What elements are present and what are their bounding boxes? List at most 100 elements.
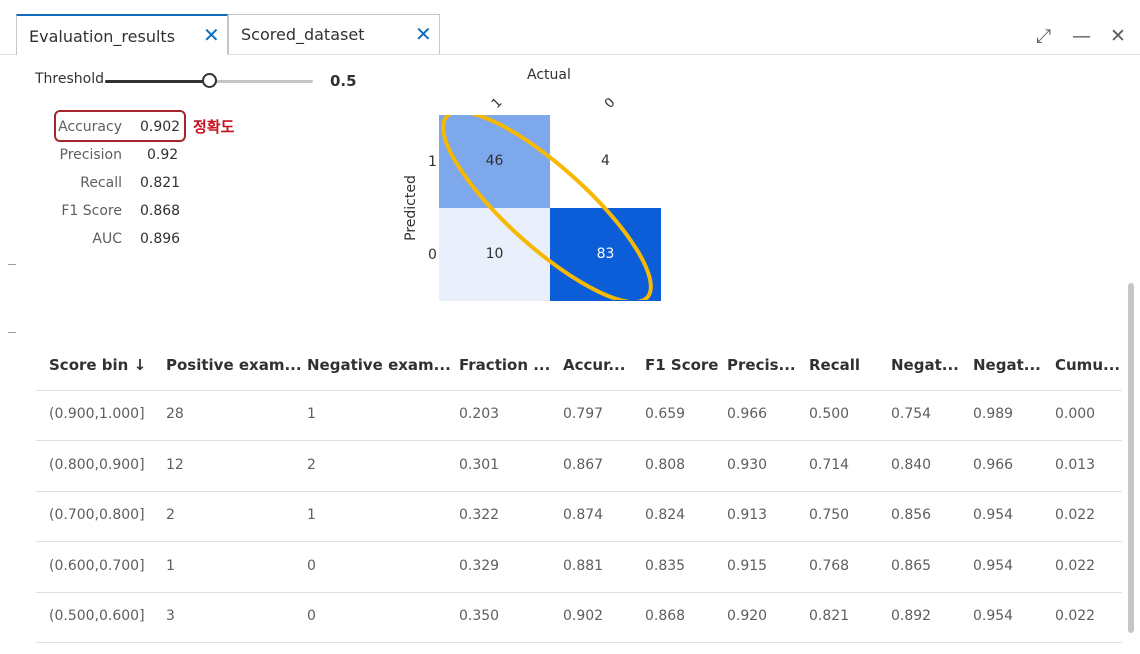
table-cell: 0.750 bbox=[809, 507, 850, 523]
table-row[interactable]: (0.500,0.600] 3 0 0.350 0.902 0.868 0.920 0.821… bbox=[36, 592, 1122, 643]
table-cell: 1 bbox=[307, 406, 316, 422]
table-cell: 0.824 bbox=[645, 507, 686, 523]
table-cell: 0.954 bbox=[973, 507, 1014, 523]
threshold-value: 0.5 bbox=[330, 72, 357, 90]
column-header[interactable]: F1 Score bbox=[645, 356, 718, 374]
column-header[interactable]: Fraction ... bbox=[459, 356, 550, 374]
cm-cell-tn: 83 bbox=[550, 208, 661, 301]
slider-fill bbox=[105, 80, 209, 83]
column-header[interactable]: Cumu... bbox=[1055, 356, 1120, 374]
cm-cell-value: 10 bbox=[485, 246, 504, 262]
table-cell: 0.022 bbox=[1055, 557, 1096, 574]
table-cell: 1 bbox=[166, 557, 175, 574]
table-cell: 0.865 bbox=[891, 557, 932, 574]
cm-title: Actual bbox=[527, 67, 571, 83]
metric-label-precision: Precision bbox=[59, 147, 122, 163]
table-cell: (0.600,0.700] bbox=[49, 557, 145, 574]
column-header[interactable]: Accur... bbox=[563, 356, 625, 374]
table-cell: 0.856 bbox=[891, 507, 932, 523]
table-cell: 0.022 bbox=[1055, 507, 1096, 523]
edge-tick bbox=[8, 264, 16, 265]
table-cell: 0.966 bbox=[973, 456, 1014, 473]
column-header[interactable]: Precis... bbox=[727, 356, 796, 374]
column-header[interactable]: Negat... bbox=[973, 356, 1041, 374]
metric-label-auc: AUC bbox=[92, 231, 122, 247]
table-cell: 0.500 bbox=[809, 406, 850, 422]
column-header[interactable]: Positive exam... bbox=[166, 356, 302, 374]
table-cell: 0.867 bbox=[563, 456, 604, 473]
table-cell: 0.013 bbox=[1055, 456, 1096, 473]
cm-cell-fn: 10 bbox=[439, 208, 550, 301]
tab-label: Scored_dataset bbox=[241, 25, 365, 44]
table-cell: 0.913 bbox=[727, 507, 768, 523]
metric-label-recall: Recall bbox=[80, 175, 122, 191]
table-cell: 0.022 bbox=[1055, 608, 1096, 624]
table-cell: 0.989 bbox=[973, 406, 1014, 422]
table-cell: 0.840 bbox=[891, 456, 932, 473]
close-icon[interactable]: ✕ bbox=[203, 25, 220, 45]
cm-row-label-0: 0 bbox=[428, 247, 437, 263]
metric-label-f1: F1 Score bbox=[61, 203, 122, 219]
expand-icon[interactable]: ⤢ bbox=[1036, 27, 1051, 46]
column-header[interactable]: Score bin ↓ bbox=[49, 356, 146, 374]
cm-cell-value: 83 bbox=[596, 246, 615, 262]
table-cell: 0.329 bbox=[459, 557, 500, 574]
table-cell: 0.000 bbox=[1055, 406, 1096, 422]
cm-cell-tp: 46 bbox=[439, 115, 550, 208]
table-header-row: Score bin ↓ Positive exam... Negative exam… bbox=[36, 340, 1122, 391]
threshold-slider[interactable] bbox=[105, 72, 313, 90]
tab-evaluation-results[interactable]: Evaluation_results ✕ bbox=[16, 14, 228, 55]
table-cell: 0.659 bbox=[645, 406, 686, 422]
table-cell: (0.500,0.600] bbox=[49, 608, 145, 624]
cm-col-label-1: 1 bbox=[488, 95, 506, 112]
cm-cell-value: 4 bbox=[601, 153, 610, 169]
table-row[interactable]: (0.900,1.000] 28 1 0.203 0.797 0.659 0.966 0.50… bbox=[36, 390, 1122, 441]
table-row[interactable]: (0.700,0.800] 2 1 0.322 0.874 0.824 0.913 0.750… bbox=[36, 491, 1122, 542]
slider-thumb[interactable] bbox=[202, 73, 217, 88]
minimize-icon[interactable]: — bbox=[1072, 27, 1091, 46]
table-cell: 0.920 bbox=[727, 608, 768, 624]
column-header[interactable]: Negative exam... bbox=[307, 356, 451, 374]
table-cell: 0.808 bbox=[645, 456, 686, 473]
tab-scored-dataset[interactable]: Scored_dataset ✕ bbox=[228, 14, 440, 54]
table-row[interactable]: (0.800,0.900] 12 2 0.301 0.867 0.808 0.930 0.71… bbox=[36, 441, 1122, 492]
table-cell: 1 bbox=[307, 507, 316, 523]
table-cell: 0.301 bbox=[459, 456, 500, 473]
table-cell: 0 bbox=[307, 608, 316, 624]
metric-value-recall: 0.821 bbox=[140, 175, 181, 191]
table-cell: 0.768 bbox=[809, 557, 850, 574]
table-cell: 2 bbox=[166, 507, 175, 523]
table-cell: (0.900,1.000] bbox=[49, 406, 145, 422]
table-cell: 12 bbox=[166, 456, 184, 473]
close-icon[interactable]: ✕ bbox=[415, 24, 432, 44]
table-cell: 0.714 bbox=[809, 456, 850, 473]
table-cell: 0.874 bbox=[563, 507, 604, 523]
vertical-scrollbar[interactable] bbox=[1124, 73, 1140, 653]
table-cell: 0.892 bbox=[891, 608, 932, 624]
table-cell: 0.797 bbox=[563, 406, 604, 422]
table-cell: 0.868 bbox=[645, 608, 686, 624]
tab-bar: Evaluation_results ✕ Scored_dataset ✕ ⤢ … bbox=[0, 0, 1140, 55]
table-row[interactable]: (0.600,0.700] 1 0 0.329 0.881 0.835 0.915 0.768… bbox=[36, 542, 1122, 593]
table-cell: 0.930 bbox=[727, 456, 768, 473]
tab-label: Evaluation_results bbox=[29, 27, 176, 46]
table-cell: 28 bbox=[166, 406, 184, 422]
scrollbar-thumb[interactable] bbox=[1128, 283, 1134, 633]
column-header[interactable]: Negat... bbox=[891, 356, 959, 374]
table-cell: 3 bbox=[166, 608, 175, 624]
cm-cell-value: 46 bbox=[485, 153, 504, 169]
table-cell: 0.350 bbox=[459, 608, 500, 624]
table-cell: 0.954 bbox=[973, 557, 1014, 574]
cm-cell-fp: 4 bbox=[550, 115, 661, 208]
table-cell: 0.881 bbox=[563, 557, 604, 574]
close-window-icon[interactable]: ✕ bbox=[1110, 27, 1126, 46]
threshold-label: Threshold bbox=[35, 71, 104, 87]
accuracy-annotation: 정확도 bbox=[193, 118, 235, 136]
column-header[interactable]: Recall bbox=[809, 356, 860, 374]
metric-value-accuracy: 0.902 bbox=[140, 119, 181, 135]
table-cell: 0.754 bbox=[891, 406, 932, 422]
cm-col-label-0: 0 bbox=[601, 95, 619, 112]
metric-value-auc: 0.896 bbox=[140, 231, 181, 247]
table-cell: 0.902 bbox=[563, 608, 604, 624]
cm-ylabel: Predicted bbox=[403, 175, 419, 241]
